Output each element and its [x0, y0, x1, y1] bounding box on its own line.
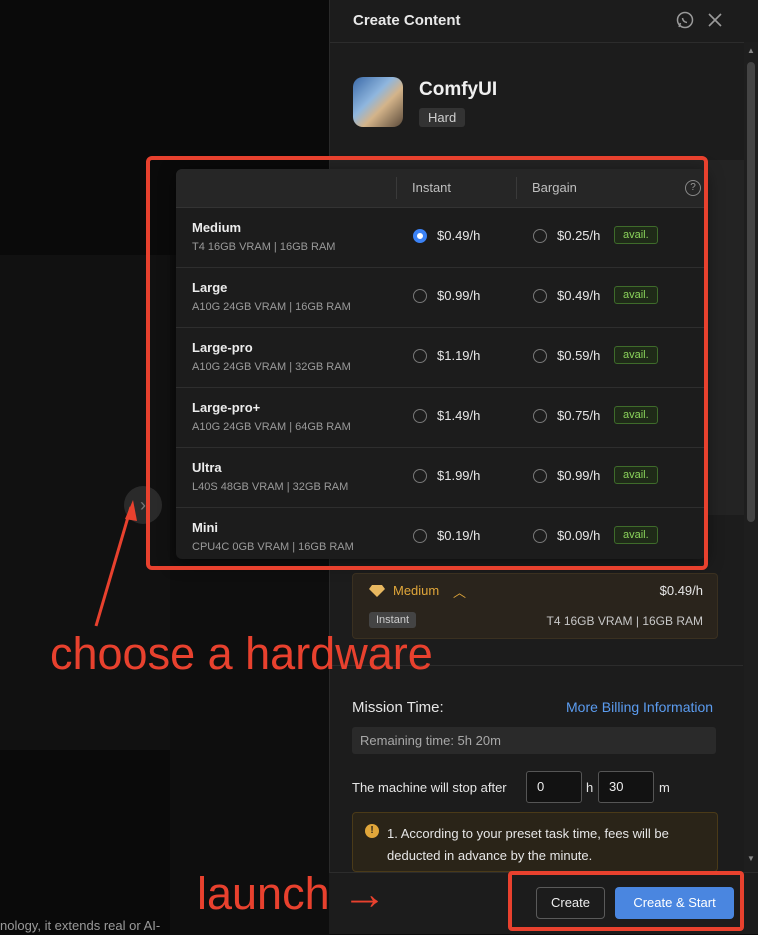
- difficulty-badge: Hard: [419, 108, 466, 127]
- close-icon[interactable]: [705, 10, 725, 30]
- billing-notice: ! 1. According to your preset task time,…: [352, 812, 718, 872]
- minutes-unit: m: [659, 780, 670, 795]
- mission-time-label: Mission Time:: [352, 699, 444, 716]
- notice-text: 1. According to your preset task time, f…: [387, 826, 669, 863]
- diamond-icon: [369, 585, 385, 597]
- minutes-input[interactable]: 30: [598, 771, 654, 803]
- whatsapp-icon[interactable]: [675, 10, 695, 30]
- stop-after-label: The machine will stop after: [352, 780, 507, 795]
- launch-highlight-box: [508, 871, 744, 931]
- scroll-up-icon[interactable]: ▲: [747, 46, 755, 55]
- launch-annotation: launch →: [197, 868, 388, 919]
- selected-hardware-price: $0.49/h: [659, 583, 703, 598]
- billing-info-link[interactable]: More Billing Information: [566, 699, 713, 715]
- hours-input[interactable]: 0: [526, 771, 582, 803]
- chevron-up-icon[interactable]: ︿: [453, 582, 466, 601]
- hours-unit: h: [586, 780, 594, 795]
- hardware-highlight-box: [146, 156, 708, 570]
- panel-title: Create Content: [353, 12, 461, 29]
- app-thumbnail: [353, 77, 403, 127]
- background-text: nology, it extends real or AI-: [0, 918, 161, 933]
- panel-header: Create Content: [330, 0, 758, 43]
- warning-icon: !: [365, 824, 379, 838]
- selected-hardware-spec: T4 16GB VRAM | 16GB RAM: [546, 614, 704, 628]
- app-name: ComfyUI: [419, 79, 498, 100]
- remaining-time-bar: Remaining time: 5h 20m: [352, 727, 716, 754]
- pricing-mode-badge: Instant: [369, 612, 417, 628]
- panel-scrollbar[interactable]: ▲ ▼: [744, 42, 758, 872]
- scroll-down-icon[interactable]: ▼: [747, 854, 755, 863]
- remaining-time-text: Remaining time: 5h 20m: [360, 733, 501, 748]
- choose-hardware-annotation: choose a hardware: [50, 628, 433, 679]
- selected-hardware-name: Medium: [393, 583, 440, 598]
- scroll-thumb[interactable]: [747, 62, 755, 522]
